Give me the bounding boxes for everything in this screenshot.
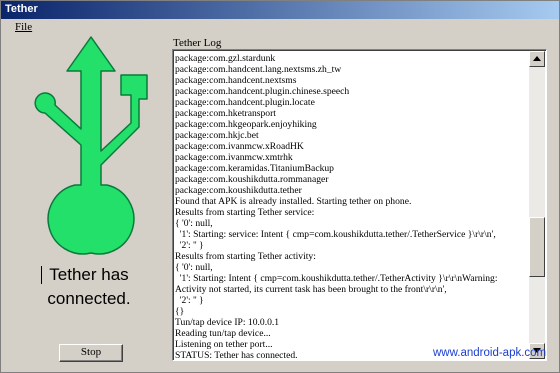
- menu-file-label: File: [15, 21, 33, 33]
- log-line: { '0': null,: [175, 262, 213, 273]
- log-line: package:com.ivanmcw.xmtrhk: [175, 152, 293, 163]
- tether-window: Tether File Tether has connected. Stop T…: [0, 0, 560, 373]
- menu-file[interactable]: File: [15, 21, 32, 33]
- log-label: Tether Log: [173, 37, 222, 49]
- scroll-thumb[interactable]: [529, 217, 545, 277]
- log-line: package:com.hkjc.bet: [175, 130, 259, 141]
- log-line: '1': Starting: service: Intent { cmp=com…: [175, 229, 496, 240]
- stop-button[interactable]: Stop: [59, 344, 123, 362]
- window-title: Tether: [5, 3, 38, 15]
- log-line: '2': '' }: [175, 240, 204, 251]
- log-line: package:com.handcent.plugin.chinese.spee…: [175, 86, 350, 97]
- usb-logo-icon: [34, 36, 148, 255]
- arrow-up-icon: [533, 56, 541, 61]
- log-line: Found that APK is already installed. Sta…: [175, 196, 412, 207]
- watermark: www.android-apk.com: [433, 347, 547, 359]
- log-line: '2': '' }: [175, 295, 204, 306]
- log-line: package:com.handcent.plugin.locate: [175, 97, 315, 108]
- log-line: package:com.keramidas.TitaniumBackup: [175, 163, 334, 174]
- log-line: { '0': null,: [175, 218, 213, 229]
- log-line: package:com.hketransport: [175, 108, 276, 119]
- log-line: Reading tun/tap device...: [175, 328, 271, 339]
- log-lines: package:com.gzl.stardunk package:com.hand…: [175, 53, 527, 360]
- log-line: Activity not started, its current task h…: [175, 284, 447, 295]
- scroll-up-button[interactable]: [529, 51, 545, 67]
- status-line-2: connected.: [47, 289, 131, 308]
- log-line: {}: [175, 306, 185, 317]
- log-line: Results from starting Tether service:: [175, 207, 315, 218]
- title-bar[interactable]: Tether: [1, 1, 559, 19]
- log-line: Tun/tap device IP: 10.0.0.1: [175, 317, 280, 328]
- status-line-1: Tether has: [49, 265, 129, 284]
- log-line: package:com.hkgeopark.enjoyhiking: [175, 119, 317, 130]
- menu-bar: File: [1, 20, 559, 36]
- log-line: package:com.ivanmcw.xRoadHK: [175, 141, 304, 152]
- log-line: Results from starting Tether activity:: [175, 251, 316, 262]
- connection-status: Tether has connected.: [19, 263, 159, 311]
- tether-log[interactable]: package:com.gzl.stardunk package:com.hand…: [172, 49, 547, 361]
- log-line: package:com.koushikdutta.rommanager: [175, 174, 329, 185]
- log-line: '1': Starting: Intent { cmp=com.koushikd…: [175, 273, 498, 284]
- log-scrollbar[interactable]: [529, 51, 545, 359]
- log-line: package:com.gzl.stardunk: [175, 53, 276, 64]
- log-line: package:com.handcent.nextsms: [175, 75, 297, 86]
- log-line: package:com.koushikdutta.tether: [175, 185, 302, 196]
- log-line: package:com.handcent.lang.nextsms.zh_tw: [175, 64, 342, 75]
